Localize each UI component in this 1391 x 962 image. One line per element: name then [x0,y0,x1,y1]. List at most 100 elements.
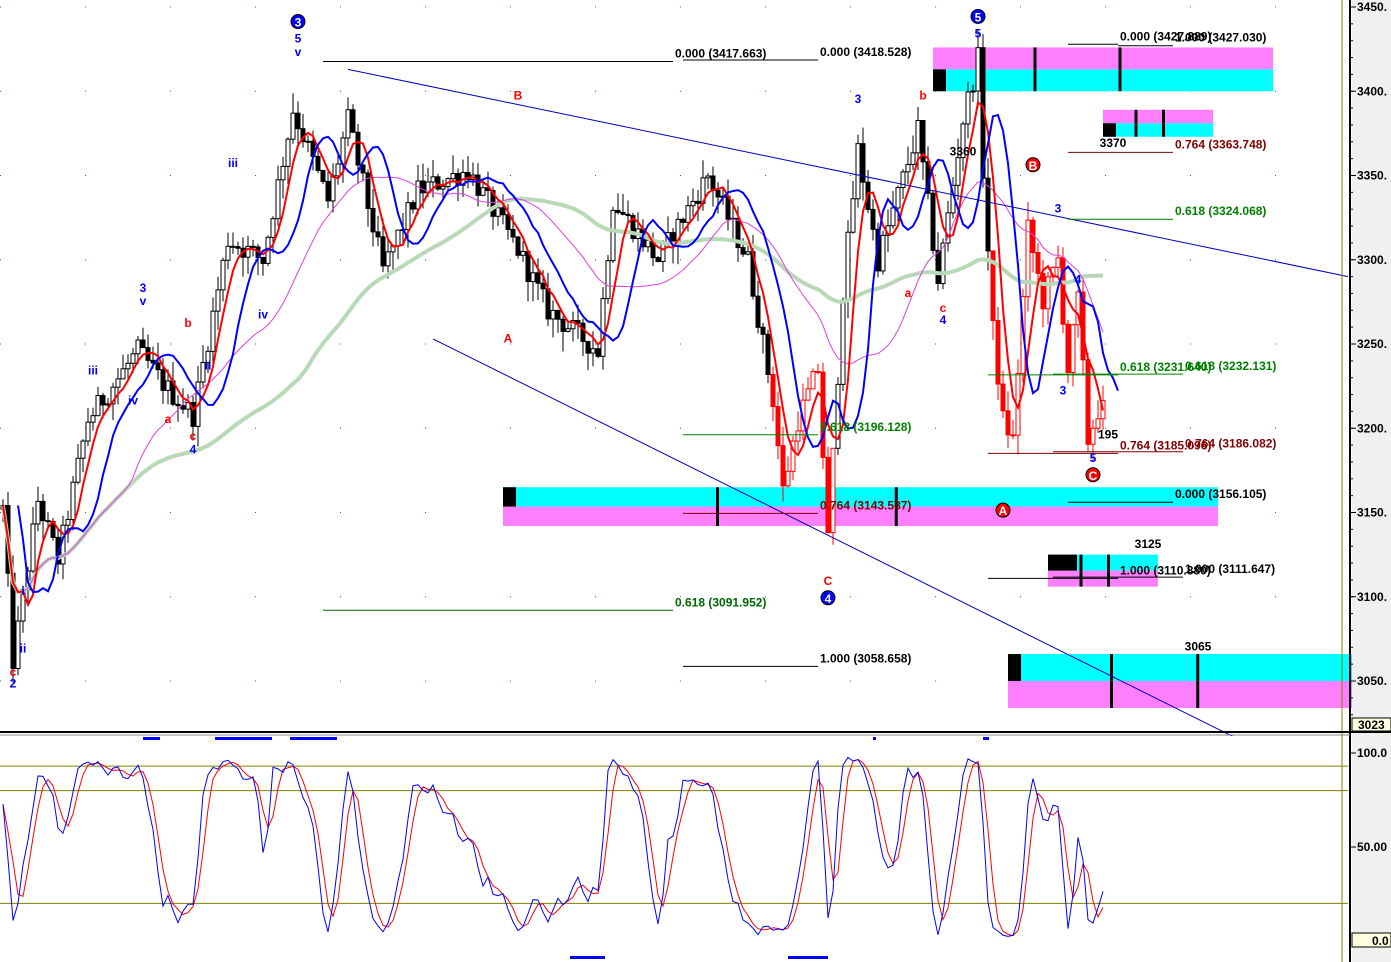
candle-body [405,202,411,231]
candle-body [75,457,81,483]
candle-body [600,298,606,357]
wave-label: iii [88,363,98,377]
price-tick-label: 3350. [1357,169,1387,183]
price-tick-label: 3150. [1357,506,1387,520]
candle-body [325,180,331,202]
price-tick-label: 3250. [1357,337,1387,351]
candle-body [830,447,836,534]
price-tick-label: 3050. [1357,674,1387,688]
candle-body [1055,257,1061,268]
target-zone-upper [1103,109,1213,124]
candle-body [605,260,611,300]
candle-body [1035,252,1041,274]
wave-label: 3125 [1135,537,1162,551]
candle-body [645,239,651,248]
candle-body [80,440,86,459]
candle-body [85,421,91,442]
wave-label: 3360 [950,144,977,158]
wave-label: 4 [940,313,947,327]
candle-body [395,229,401,247]
candle-body [345,109,351,139]
candle-body [335,163,341,177]
candle-body [615,209,621,213]
candle-body [260,256,266,264]
candle-body [355,131,361,166]
candle-body [845,231,851,301]
candle-body [870,208,876,230]
candle-body [230,245,236,248]
fib-level-label: 0.618 (3091.952) [675,595,766,609]
candle-body [415,180,421,210]
candle-body [500,207,506,216]
wave-label: 3065 [1185,640,1212,654]
candle-body [585,340,591,354]
candle-body [565,328,571,332]
candle-body [765,333,771,375]
wave-label: 4 [825,592,832,606]
wave-label: 2 [10,677,17,691]
candle-body [1010,434,1016,437]
candle-body [90,415,96,423]
candle-body [580,322,586,342]
last-price-value: 3023 [1358,718,1385,732]
candle-body [130,353,136,364]
candle-body [280,165,286,181]
osc-tick-label: 50.00 [1357,840,1387,854]
candle-body [375,231,381,238]
candle-body [1085,359,1091,445]
candle-body [560,318,566,332]
candle-body [285,138,291,167]
zone-marker [933,69,946,92]
fib-level-label: 0.000 (3156.105) [1175,487,1266,501]
candle-body [715,189,721,198]
fib-level-label: 1.000 (3427.030) [1175,31,1266,45]
wave-label: 5 [975,10,982,24]
candle-body [795,430,801,442]
candle-body [140,339,146,349]
candle-body [975,47,981,92]
wave-label: i [21,584,24,598]
zone-marker [1103,123,1116,137]
candle-body [35,500,41,525]
wave-label: b [919,89,926,103]
signal-marker [570,956,605,959]
candle-body [970,90,976,93]
candle-body [820,371,826,458]
stochastic-panel [0,736,1348,962]
wave-label: iv [128,394,138,408]
wave-label: 5 [295,31,302,45]
candle-body [250,245,256,248]
signal-marker [983,737,989,740]
candle-body [290,112,296,140]
candle-body [440,186,446,190]
candle-body [775,406,781,447]
candle-body [350,109,356,133]
candle-body [1065,323,1071,373]
candle-body [780,445,786,487]
candle-body [1070,324,1076,373]
target-zone-lower [1103,123,1213,137]
candle-body [825,456,831,534]
candle-body [235,246,241,249]
osc-tick-label: 100.0 [1357,746,1387,760]
fib-level-label: 1.000 (3058.658) [820,651,911,665]
candle-body [595,348,601,357]
candle-body [760,326,766,335]
candle-body [910,152,916,165]
candle-body [1000,383,1006,412]
candle-body [965,91,971,125]
candle-body [935,249,941,285]
candle-body [165,380,171,391]
wave-label: 3370 [1100,136,1127,150]
candle-body [475,174,481,196]
candle-body [680,218,686,223]
candle-body [115,378,121,388]
candle-body [530,272,536,283]
candle-body [880,234,886,272]
price-tick-label: 3200. [1357,421,1387,435]
wave-label: 3 [1055,202,1062,216]
candle-body [710,175,716,191]
candle-body [330,175,336,202]
candle-body [620,211,626,215]
candle-body [810,371,816,390]
